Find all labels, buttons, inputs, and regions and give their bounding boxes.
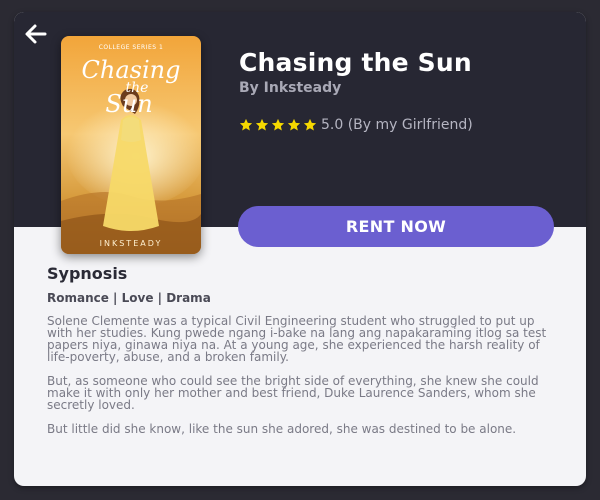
- synopsis-heading: Sypnosis: [47, 264, 128, 283]
- rent-now-button[interactable]: RENT NOW: [238, 206, 554, 247]
- synopsis-paragraph: Solene Clemente was a typical Civil Engi…: [47, 314, 547, 364]
- book-title: Chasing the Sun: [239, 48, 472, 77]
- synopsis-paragraph: But little did she know, like the sun sh…: [47, 422, 517, 436]
- star-rating: [239, 118, 317, 132]
- book-cover: COLLEGE SERIES 1 Chasing the Sun INKSTEA…: [61, 36, 201, 254]
- rating-text: 5.0 (By my Girlfriend): [321, 117, 473, 133]
- genre-tags: Romance | Love | Drama: [47, 291, 211, 305]
- synopsis-paragraph: But, as someone who could see the bright…: [47, 374, 539, 412]
- book-detail-card: COLLEGE SERIES 1 Chasing the Sun INKSTEA…: [14, 12, 586, 486]
- star-icon: [271, 118, 285, 131]
- star-icon: [303, 118, 317, 131]
- cover-author-text: INKSTEADY: [100, 239, 163, 248]
- book-author: By Inksteady: [239, 80, 342, 96]
- cover-title-line-3: Sun: [105, 90, 152, 118]
- star-icon: [255, 118, 269, 131]
- star-icon: [239, 118, 253, 131]
- star-icon: [287, 118, 301, 131]
- arrow-left-icon[interactable]: [24, 22, 48, 46]
- cover-series-text: COLLEGE SERIES 1: [99, 44, 164, 51]
- synopsis-text: Solene Clemente was a typical Civil Engi…: [47, 315, 552, 447]
